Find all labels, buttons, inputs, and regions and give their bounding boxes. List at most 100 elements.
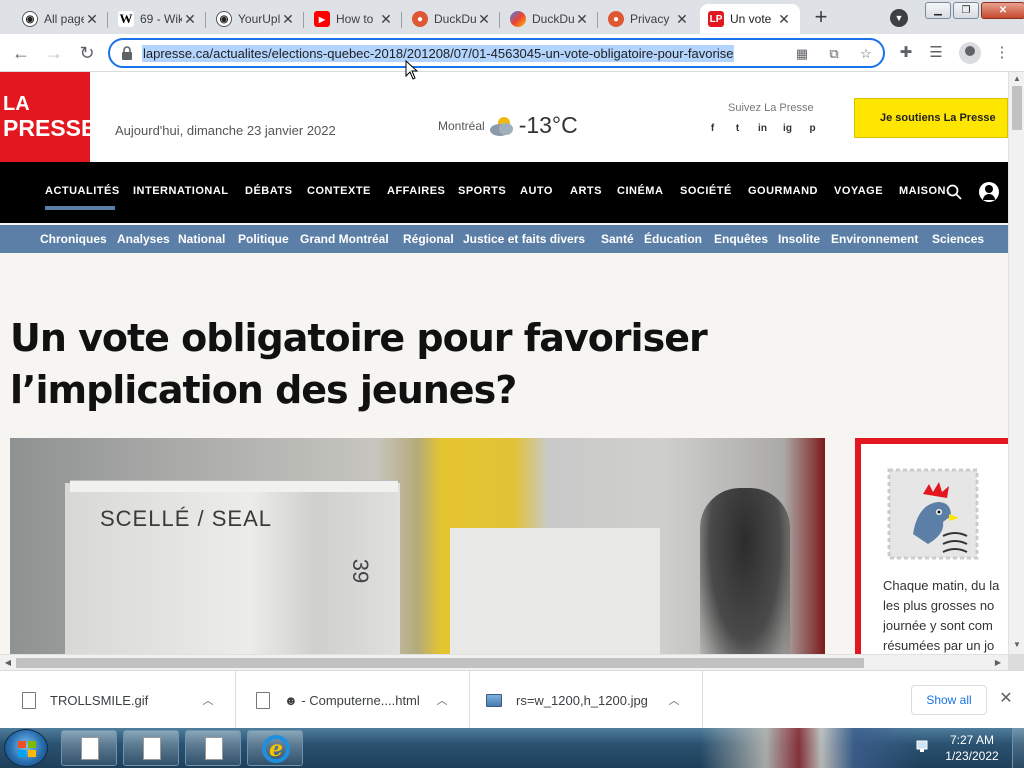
scroll-right-arrow-icon[interactable]: ▶ (993, 658, 1003, 668)
taskbar-app-document[interactable] (185, 730, 241, 766)
restore-button[interactable]: ❐ (953, 2, 979, 19)
address-bar[interactable]: lapresse.ca/actualites/elections-quebec-… (108, 38, 885, 68)
tab-la-presse-active[interactable]: LP Un vote ✕ (700, 4, 800, 34)
tab-title: Un vote (730, 12, 772, 26)
lock-icon (122, 46, 132, 60)
subnav-environnement[interactable]: Environnement (831, 232, 918, 246)
search-icon[interactable] (946, 184, 962, 200)
tab-yourupload[interactable]: ◉ YourUpload ✕ (208, 4, 304, 34)
subnav-justice[interactable]: Justice et faits divers (463, 232, 585, 246)
nav-cinema[interactable]: CINÉMA (617, 185, 663, 197)
chevron-up-icon[interactable]: ︿ (200, 692, 216, 708)
tab-search-icon[interactable]: ▼ (890, 9, 908, 27)
qr-code-icon[interactable]: ▦ (794, 46, 810, 62)
pinterest-icon[interactable]: p (806, 122, 819, 135)
la-presse-logo[interactable]: LA PRESSE (0, 72, 96, 162)
scroll-down-arrow-icon[interactable]: ▼ (1012, 640, 1022, 650)
system-clock[interactable]: 7:27 AM 1/23/2022 (940, 732, 1004, 764)
subnav-analyses[interactable]: Analyses (117, 232, 170, 246)
close-window-button[interactable]: ✕ (981, 2, 1024, 19)
reload-icon[interactable]: ↻ (76, 42, 98, 64)
url-text[interactable]: lapresse.ca/actualites/elections-quebec-… (142, 45, 735, 62)
subnav-insolite[interactable]: Insolite (778, 232, 820, 246)
menu-kebab-icon[interactable]: ⋮ (992, 43, 1012, 63)
show-desktop-button[interactable] (1012, 728, 1024, 768)
extensions-puzzle-icon[interactable]: ✚ (896, 43, 916, 63)
close-tab-icon[interactable]: ✕ (280, 11, 296, 27)
subnav-regional[interactable]: Régional (403, 232, 454, 246)
horizontal-scrollbar[interactable]: ◀ ▶ (0, 654, 1008, 670)
show-all-button[interactable]: Show all (911, 685, 987, 715)
nav-contexte[interactable]: CONTEXTE (307, 185, 371, 197)
account-icon[interactable] (979, 182, 999, 202)
scroll-up-arrow-icon[interactable]: ▲ (1012, 74, 1022, 84)
tab-duckduckgo-2[interactable]: DuckDuckGo ✕ (502, 4, 598, 34)
twitter-icon[interactable]: t (731, 122, 744, 135)
start-button[interactable] (4, 729, 48, 767)
nav-auto[interactable]: AUTO (520, 185, 553, 197)
subnav-education[interactable]: Éducation (644, 232, 702, 246)
tab-all-pages[interactable]: ◉ All pages ✕ (14, 4, 108, 34)
tab-duckduckgo-1[interactable]: ● DuckDuckGo ✕ (404, 4, 500, 34)
new-tab-button[interactable]: + (808, 6, 834, 30)
chevron-up-icon[interactable]: ︿ (666, 692, 682, 708)
newsletter-promo[interactable]: Chaque matin, du la les plus grosses no … (855, 438, 1008, 654)
minimize-button[interactable]: ▁ (925, 2, 951, 19)
scroll-left-arrow-icon[interactable]: ◀ (3, 658, 13, 668)
subnav-sciences[interactable]: Sciences (932, 232, 984, 246)
file-icon (22, 691, 36, 709)
subnav-politique[interactable]: Politique (238, 232, 289, 246)
article-photo[interactable]: SCELLÉ / SEAL 39 (10, 438, 825, 654)
close-tab-icon[interactable]: ✕ (476, 11, 492, 27)
nav-gourmand[interactable]: GOURMAND (748, 185, 818, 197)
close-tab-icon[interactable]: ✕ (776, 11, 792, 27)
network-icon[interactable] (916, 739, 932, 753)
linkedin-icon[interactable]: in (756, 122, 769, 135)
chevron-up-icon[interactable]: ︿ (434, 692, 450, 708)
vertical-scroll-thumb[interactable] (1012, 86, 1022, 130)
nav-international[interactable]: INTERNATIONAL (133, 185, 229, 197)
subnav-grand-montreal[interactable]: Grand Montréal (300, 232, 389, 246)
taskbar-app-document[interactable] (123, 730, 179, 766)
nav-debats[interactable]: DÉBATS (245, 185, 292, 197)
taskbar-app-document[interactable] (61, 730, 117, 766)
nav-arts[interactable]: ARTS (570, 185, 602, 197)
support-button[interactable]: Je soutiens La Presse (854, 98, 1008, 138)
close-downloads-icon[interactable]: ✕ (998, 691, 1014, 707)
nav-actualites[interactable]: ACTUALITÉS (45, 185, 120, 197)
nav-affaires[interactable]: AFFAIRES (387, 185, 445, 197)
forward-arrow-icon[interactable]: → (43, 42, 65, 64)
nav-maison[interactable]: MAISON (899, 185, 946, 197)
tab-wikipedia[interactable]: W 69 - Wikipedia ✕ (110, 4, 206, 34)
download-item[interactable]: ☻ - Computerne....html ︿ (236, 671, 470, 729)
close-tab-icon[interactable]: ✕ (674, 11, 690, 27)
taskbar-app-internet-explorer[interactable]: e (247, 730, 303, 766)
subnav-enquetes[interactable]: Enquêtes (714, 232, 768, 246)
close-tab-icon[interactable]: ✕ (84, 11, 100, 27)
close-tab-icon[interactable]: ✕ (378, 11, 394, 27)
download-item[interactable]: TROLLSMILE.gif ︿ (0, 671, 236, 729)
nav-sports[interactable]: SPORTS (458, 185, 506, 197)
subnav-sante[interactable]: Santé (601, 232, 634, 246)
instagram-icon[interactable]: ig (781, 122, 794, 135)
tab-privacy[interactable]: ● Privacy ✕ (600, 4, 698, 34)
bookmark-star-icon[interactable]: ☆ (858, 46, 874, 62)
translate-icon[interactable]: ⧉ (826, 46, 842, 62)
nav-voyage[interactable]: VOYAGE (834, 185, 883, 197)
close-tab-icon[interactable]: ✕ (182, 11, 198, 27)
tab-youtube[interactable]: ▶ How to ✕ (306, 4, 402, 34)
back-arrow-icon[interactable]: ← (10, 42, 32, 64)
weather-widget[interactable]: Montréal -13°C (438, 112, 578, 139)
subnav-chroniques[interactable]: Chroniques (40, 232, 107, 246)
close-tab-icon[interactable]: ✕ (574, 11, 590, 27)
vertical-scrollbar[interactable]: ▲ ▼ (1008, 72, 1024, 654)
facebook-icon[interactable]: f (706, 122, 719, 135)
download-item[interactable]: rs=w_1200,h_1200.jpg ︿ (470, 671, 703, 729)
nav-societe[interactable]: SOCIÉTÉ (680, 185, 732, 197)
media-control-icon[interactable]: ☰ (926, 43, 946, 63)
subnav-national[interactable]: National (178, 232, 225, 246)
horizontal-scroll-thumb[interactable] (16, 658, 864, 668)
partly-cloudy-icon (489, 116, 513, 136)
current-date: Aujourd'hui, dimanche 23 janvier 2022 (115, 123, 336, 138)
profile-avatar-icon[interactable] (959, 42, 981, 64)
